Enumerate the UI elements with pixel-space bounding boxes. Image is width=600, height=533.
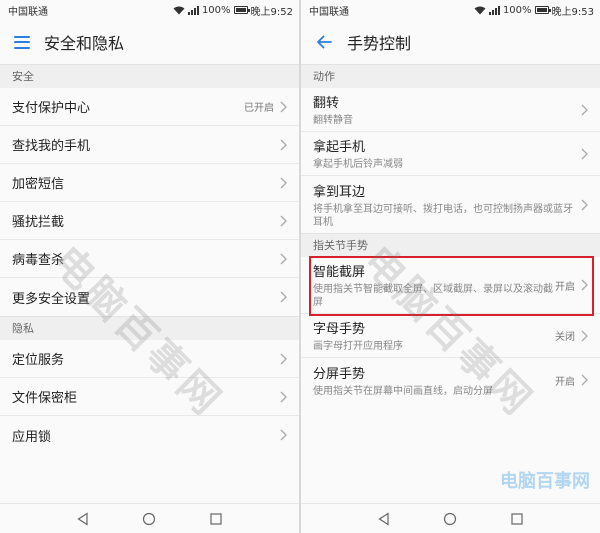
chevron-right-icon — [280, 101, 287, 112]
menu-icon[interactable] — [14, 35, 30, 49]
setting-label: 分屏手势 — [313, 366, 366, 382]
battery-percent: 100% — [201, 4, 231, 16]
chevron-right-icon — [280, 253, 287, 264]
chevron-right-icon — [581, 279, 588, 291]
page-title: 安全和隐私 — [44, 34, 125, 53]
setting-split-screen-gesture[interactable]: 分屏手势 使用指关节在屏幕中间画直线，启动分屏 开启 — [301, 358, 600, 402]
setting-encrypted-sms[interactable]: 加密短信 — [0, 164, 299, 202]
battery-percent: 100% — [502, 4, 532, 16]
battery-icon — [534, 6, 551, 14]
chevron-right-icon — [581, 104, 588, 115]
chevron-right-icon — [280, 391, 287, 402]
setting-label: 翻转 — [313, 96, 340, 111]
setting-label: 字母手势 — [313, 322, 366, 337]
wifi-icon — [474, 6, 486, 14]
setting-label: 更多安全设置 — [12, 291, 91, 307]
setting-virus-scan[interactable]: 病毒查杀 — [0, 240, 299, 278]
app-bar: 安全和隐私 — [0, 20, 299, 64]
setting-raise-to-ear[interactable]: 拿到耳边 将手机拿至耳边可接听、拨打电话，也可控制扬声器或蓝牙耳机 — [301, 176, 600, 233]
clock: 晚上9:53 — [551, 6, 594, 18]
setting-label: 智能截屏 — [313, 265, 366, 280]
signal-icon — [488, 5, 500, 15]
chevron-right-icon — [280, 177, 287, 188]
nav-bar — [301, 503, 600, 533]
left-screen: 中国联通 100% 晚上9:52 安全和隐私 安全 支付保护中心 已开启 查找我… — [0, 0, 299, 533]
carrier-label: 中国联通 — [8, 6, 48, 18]
setting-description: 翻转静音 — [313, 115, 353, 126]
nav-home-icon[interactable] — [443, 512, 457, 526]
battery-icon — [233, 6, 250, 14]
setting-more-security[interactable]: 更多安全设置 — [0, 278, 299, 316]
chevron-right-icon — [280, 353, 287, 364]
setting-label: 文件保密柜 — [12, 391, 78, 406]
setting-find-my-phone[interactable]: 查找我的手机 — [0, 126, 299, 164]
knuckle-list: 智能截屏 使用指关节智能截取全屏、区域截屏、录屏以及滚动截屏 开启 字母手势 画… — [301, 257, 600, 402]
nav-home-icon[interactable] — [142, 512, 156, 526]
chevron-right-icon — [280, 429, 287, 441]
chevron-right-icon — [280, 215, 287, 226]
setting-app-lock[interactable]: 应用锁 — [0, 416, 299, 454]
status-bar: 中国联通 100% 晚上9:53 — [301, 0, 600, 20]
nav-back-icon[interactable] — [76, 511, 90, 526]
status-bar: 中国联通 100% 晚上9:52 — [0, 0, 299, 20]
setting-file-safe[interactable]: 文件保密柜 — [0, 378, 299, 416]
setting-label: 拿起手机 — [313, 140, 366, 155]
section-header-security: 安全 — [0, 64, 299, 88]
action-list: 翻转 翻转静音 拿起手机 拿起手机后铃声减弱 拿到耳边 将手机拿至耳边可接听、拨… — [301, 88, 600, 233]
nav-back-icon[interactable] — [377, 511, 391, 526]
setting-description: 使用指关节智能截取全屏、区域截屏、录屏以及滚动截屏 — [313, 284, 553, 308]
corner-watermark: 电脑百事网 — [500, 471, 590, 492]
setting-description: 拿起手机后铃声减弱 — [313, 159, 403, 170]
setting-description: 将手机拿至耳边可接听、拨打电话，也可控制扬声器或蓝牙耳机 — [313, 203, 573, 228]
chevron-right-icon — [581, 148, 588, 159]
setting-label: 定位服务 — [12, 353, 65, 368]
setting-flip[interactable]: 翻转 翻转静音 — [301, 88, 600, 132]
setting-status: 已开启 — [244, 103, 274, 114]
chevron-right-icon — [280, 139, 287, 150]
setting-status: 关闭 — [555, 332, 575, 343]
setting-label: 加密短信 — [12, 177, 65, 192]
setting-status: 开启 — [555, 281, 575, 293]
nav-recents-icon[interactable] — [209, 512, 223, 526]
setting-status: 开启 — [555, 376, 575, 388]
back-arrow-icon[interactable] — [315, 33, 333, 51]
setting-label: 支付保护中心 — [12, 101, 91, 116]
signal-icon — [187, 5, 199, 15]
setting-label: 应用锁 — [12, 429, 52, 445]
setting-description: 画字母打开应用程序 — [313, 341, 403, 352]
chevron-right-icon — [581, 199, 588, 210]
setting-label: 拿到耳边 — [313, 184, 366, 200]
setting-label: 病毒查杀 — [12, 253, 65, 268]
setting-pick-up[interactable]: 拿起手机 拿起手机后铃声减弱 — [301, 132, 600, 176]
security-list: 支付保护中心 已开启 查找我的手机 加密短信 骚扰拦截 病毒查杀 更多安全设置 — [0, 88, 299, 316]
setting-label: 查找我的手机 — [12, 139, 91, 154]
setting-location-service[interactable]: 定位服务 — [0, 340, 299, 378]
wifi-icon — [173, 6, 185, 14]
section-header-knuckle: 指关节手势 — [301, 233, 600, 257]
app-bar: 手势控制 — [301, 20, 600, 64]
section-header-actions: 动作 — [301, 64, 600, 88]
setting-payment-protection[interactable]: 支付保护中心 已开启 — [0, 88, 299, 126]
setting-description: 使用指关节在屏幕中间画直线，启动分屏 — [313, 385, 493, 397]
chevron-right-icon — [581, 330, 588, 341]
chevron-right-icon — [581, 374, 588, 386]
nav-recents-icon[interactable] — [510, 512, 524, 526]
carrier-label: 中国联通 — [309, 6, 349, 18]
setting-letter-gesture[interactable]: 字母手势 画字母打开应用程序 关闭 — [301, 314, 600, 358]
clock: 晚上9:52 — [250, 6, 293, 18]
privacy-list: 定位服务 文件保密柜 应用锁 — [0, 340, 299, 454]
section-header-privacy: 隐私 — [0, 316, 299, 340]
chevron-right-icon — [280, 291, 287, 303]
page-title: 手势控制 — [347, 34, 412, 53]
right-screen: 中国联通 100% 晚上9:53 手势控制 动作 翻转 翻转静音 拿起手机 拿起… — [301, 0, 600, 533]
setting-label: 骚扰拦截 — [12, 215, 65, 230]
nav-bar — [0, 503, 299, 533]
setting-harassment-filter[interactable]: 骚扰拦截 — [0, 202, 299, 240]
setting-smart-screenshot[interactable]: 智能截屏 使用指关节智能截取全屏、区域截屏、录屏以及滚动截屏 开启 — [301, 257, 600, 314]
